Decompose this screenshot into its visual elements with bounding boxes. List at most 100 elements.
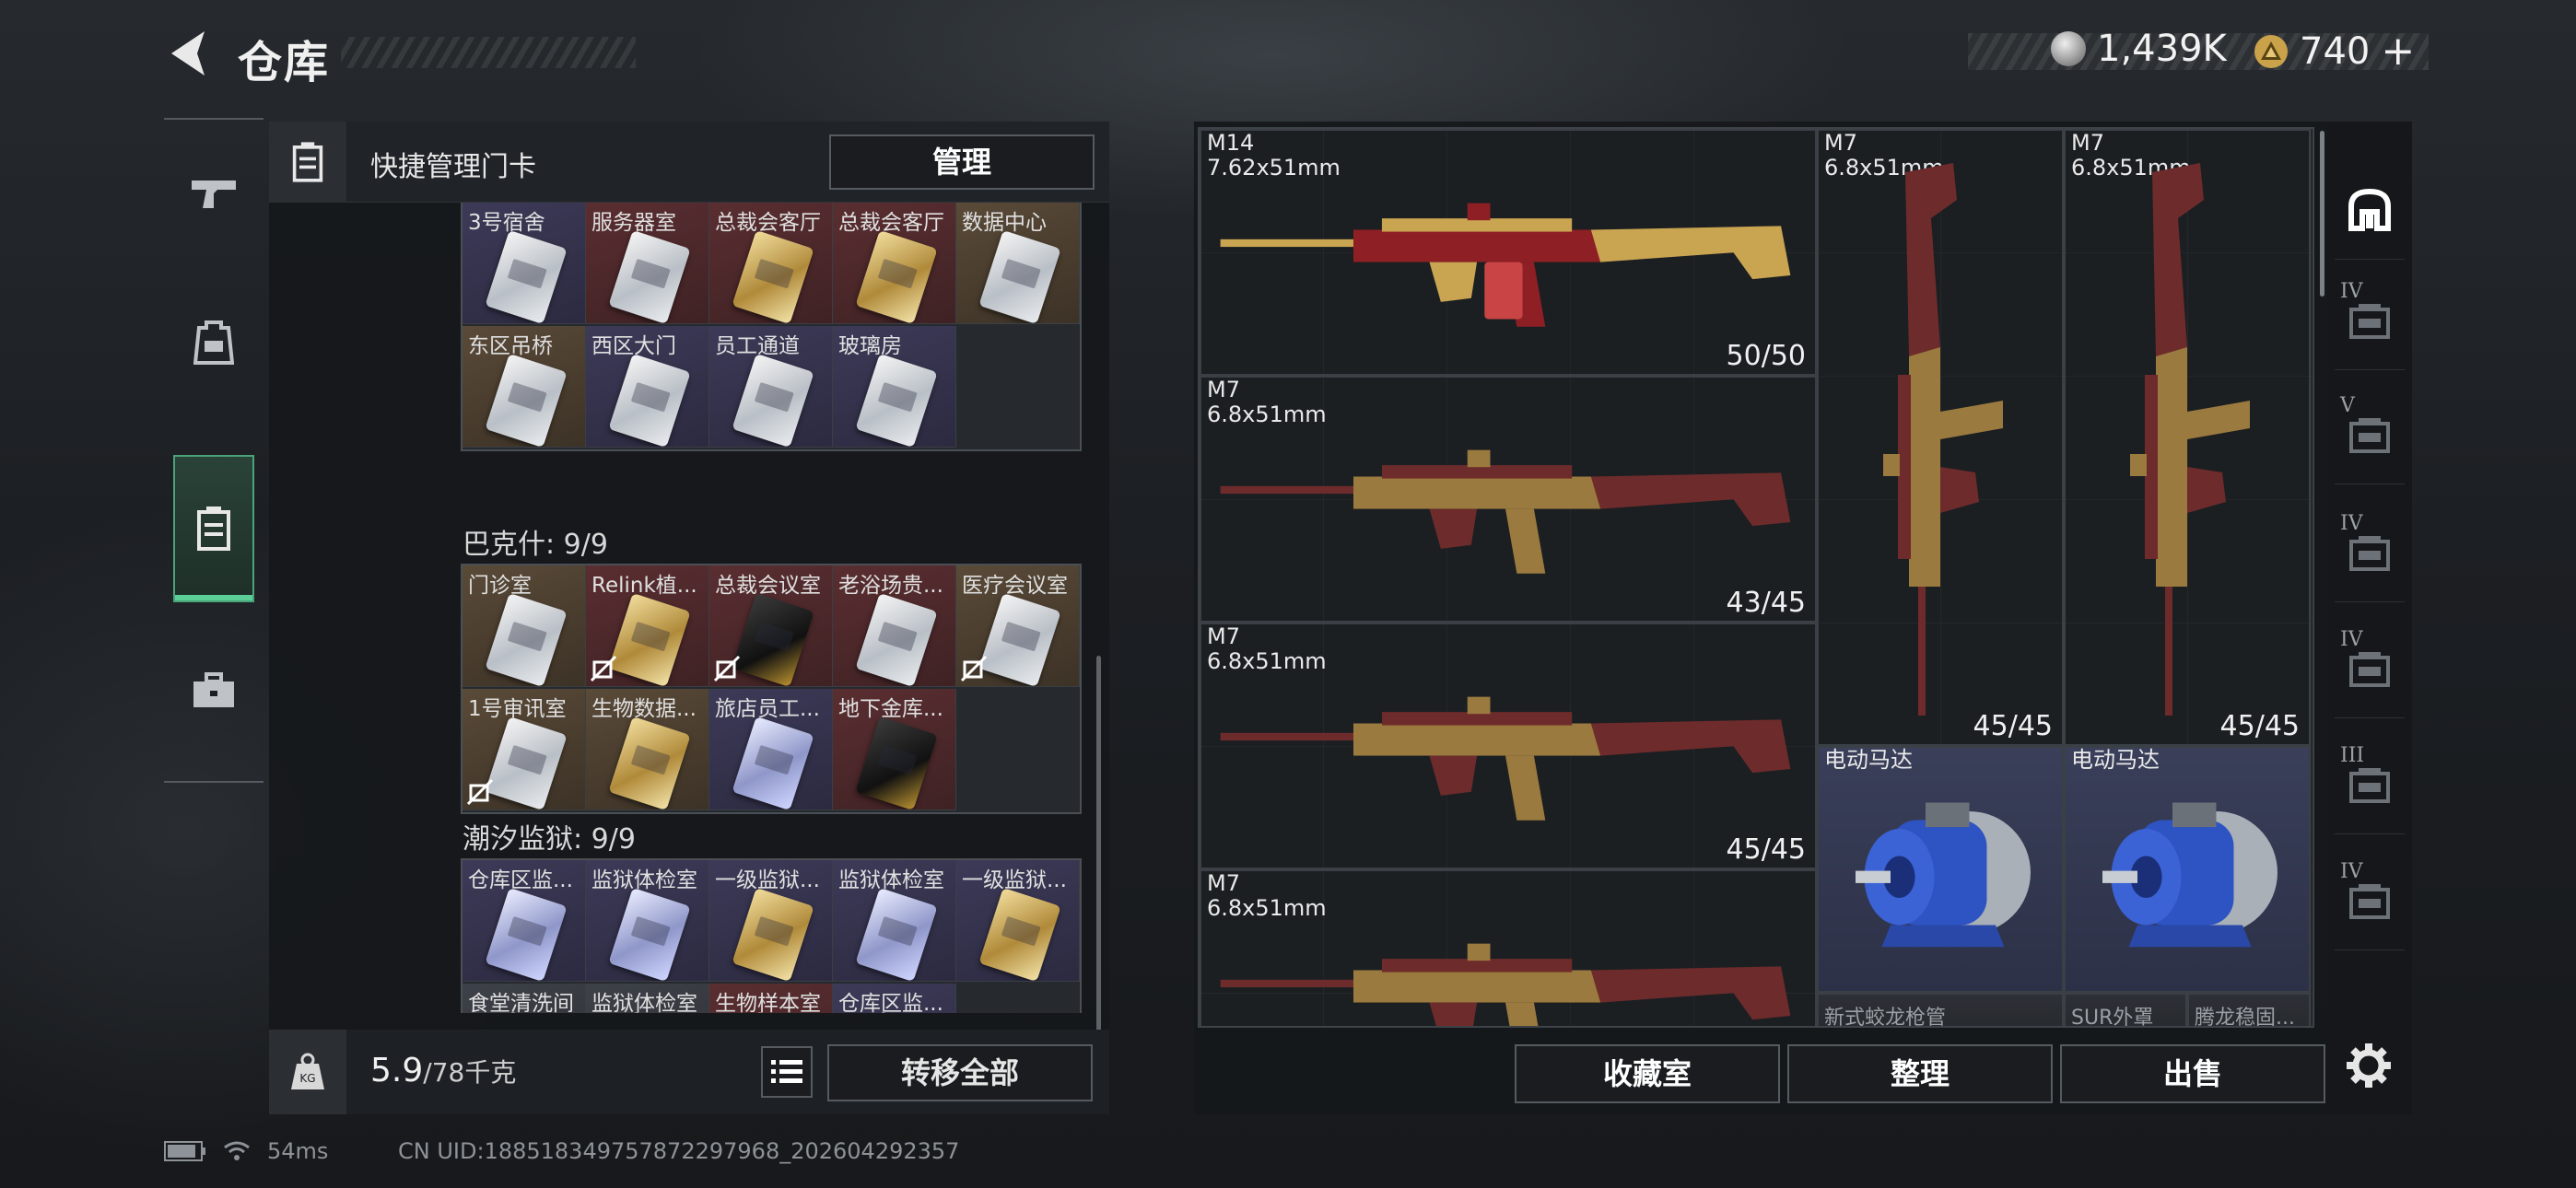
ping-readout: 54ms (267, 1138, 329, 1164)
keycard-image (732, 716, 814, 809)
storage-tab[interactable]: III (2335, 733, 2405, 834)
keycard-slot[interactable]: 医疗会议室 (956, 565, 1080, 687)
warehouse-scrollbar[interactable] (2320, 131, 2324, 297)
vault-icon (2348, 188, 2391, 231)
keycard-slot[interactable]: 服务器室 (586, 203, 709, 324)
keycard-slot[interactable]: 总裁会客厅 (709, 203, 833, 324)
rail-item-weapons[interactable] (173, 120, 254, 267)
weight-readout: 5.9/78千克 (370, 1052, 516, 1089)
rail-item-keycards[interactable] (173, 455, 254, 602)
keycard-label: 仓库区监... (838, 992, 943, 1013)
keycard-slot[interactable]: 监狱体检室 (586, 984, 709, 1013)
inventory-item[interactable]: 腾龙稳固... (2187, 993, 2311, 1026)
settings-button[interactable] (2336, 1033, 2401, 1098)
quick-manage-bar: 快捷管理门卡 管理 (269, 122, 1109, 203)
inventory-item[interactable]: M7 6.8x51mm (1200, 869, 1817, 1026)
keycard-slot[interactable]: 西区大门 (586, 326, 709, 448)
inventory-item[interactable]: 电动马达 (1817, 746, 2064, 993)
keycard-label: 1号审讯室 (468, 697, 567, 721)
keycard-list[interactable]: 3号宿舍 服务器室 总裁会客厅 总裁会客厅 数据中心 东区吊桥 西区大门 员工通道 玻璃房 巴克什… (269, 203, 1109, 1013)
rail-item-misc[interactable] (173, 617, 254, 764)
keycard-slot[interactable]: 一级监狱... (709, 860, 833, 982)
keycard-label: 玻璃房 (838, 334, 902, 358)
item-title: SUR外罩 (2071, 1006, 2153, 1026)
inventory-item[interactable]: M14 7.62x51mm 50/50 (1200, 129, 1817, 376)
silver-coin-icon (2051, 31, 2086, 66)
keycard-slot[interactable]: 监狱体检室 (586, 860, 709, 982)
keycard-slot[interactable]: 老浴场贵... (833, 565, 956, 687)
inventory-item[interactable]: 新式蛟龙枪管 (1817, 993, 2064, 1028)
manage-button[interactable]: 管理 (829, 134, 1095, 190)
storage-tab[interactable]: IV (2335, 501, 2405, 602)
keycard-slot[interactable]: 旅店员工... (709, 689, 833, 810)
rail-item-gear[interactable] (173, 269, 254, 416)
keycard-image (732, 353, 814, 447)
inventory-item[interactable]: SUR外罩 (2064, 993, 2187, 1026)
keycard-slot[interactable]: 1号审讯室 (463, 689, 586, 810)
item-title: M7 6.8x51mm (1207, 871, 1327, 921)
item-name: M7 (2071, 130, 2104, 156)
keycard-label: 西区大门 (591, 334, 676, 358)
keycard-label: 老浴场贵... (838, 574, 943, 598)
back-arrow-icon[interactable] (164, 28, 210, 79)
gold-currency[interactable]: 740 + (2254, 28, 2415, 75)
sell-button[interactable]: 出售 (2060, 1044, 2325, 1103)
keycard-slot[interactable]: 门诊室 (463, 565, 586, 687)
item-title: 电动马达 (2071, 748, 2160, 773)
keycard-slot[interactable]: 总裁会议室 (709, 565, 833, 687)
keycard-image (485, 716, 568, 809)
warehouse-actions: 收藏室 整理 出售 (1194, 1033, 2327, 1114)
list-view-button[interactable] (761, 1046, 813, 1098)
warehouse-grid[interactable]: M14 7.62x51mm 50/50 M7 6.8x51mm 45/45 M7 6.8x51… (1198, 127, 2314, 1028)
weight-bar: KG 5.9/78千克 转移全部 (269, 1030, 1109, 1114)
sort-button[interactable]: 整理 (1787, 1044, 2053, 1103)
keycard-image (978, 592, 1061, 686)
keycard-slot[interactable]: 仓库区监... (463, 860, 586, 982)
storage-tab[interactable]: IV (2335, 269, 2405, 370)
item-name: M7 (1824, 130, 1857, 156)
keycard-group-grid: 仓库区监... 监狱体检室 一级监狱... 监狱体检室 一级监狱... 食堂清洗间 监狱体检… (461, 858, 1082, 1013)
storage-tab[interactable]: IV (2335, 849, 2405, 950)
user-uid: CN UID:1885183497578722979​68_2026042923… (398, 1138, 960, 1164)
keycard-slot[interactable]: 仓库区监... (833, 984, 956, 1013)
inventory-item[interactable]: M7 6.8x51mm 45/45 (2064, 129, 2311, 746)
keycard-slot[interactable]: 数据中心 (956, 203, 1080, 324)
storage-tier: IV (2340, 512, 2363, 535)
keycard-list-scrollbar[interactable] (1096, 656, 1101, 1033)
keycard-slot[interactable]: 玻璃房 (833, 326, 956, 448)
inventory-item[interactable]: M7 6.8x51mm 45/45 (1200, 623, 1817, 869)
keycard-slot[interactable]: 3号宿舍 (463, 203, 586, 324)
collection-room-button[interactable]: 收藏室 (1515, 1044, 1780, 1103)
gold-triangle-coin-icon (2254, 34, 2288, 68)
storage-tab[interactable]: IV (2335, 617, 2405, 718)
keycard-slot[interactable]: 食堂清洗间 (463, 984, 586, 1013)
unlinked-icon (960, 655, 988, 682)
keycard-slot[interactable]: 生物数据... (586, 689, 709, 810)
category-rail (164, 118, 263, 783)
keycard-slot[interactable]: 监狱体检室 (833, 860, 956, 982)
rifle-icon (1220, 203, 1791, 327)
keycard-slot[interactable]: 员工通道 (709, 326, 833, 448)
item-quantity: 45/45 (1726, 833, 1806, 866)
keycard-label: 监狱体检室 (838, 868, 944, 892)
inventory-item[interactable]: M7 6.8x51mm 43/45 (1200, 376, 1817, 623)
inventory-item[interactable]: 电动马达 (2064, 746, 2311, 993)
keycard-slot[interactable]: 地下金库... (833, 689, 956, 810)
storage-tab[interactable] (2335, 158, 2405, 260)
safe-folder-icon (2349, 303, 2390, 339)
keycard-image (978, 887, 1061, 981)
keycard-label: 总裁会议室 (715, 574, 821, 598)
keycard-slot[interactable]: 总裁会客厅 (833, 203, 956, 324)
transfer-all-button[interactable]: 转移全部 (827, 1044, 1093, 1101)
keycard-slot[interactable]: Relink植... (586, 565, 709, 687)
inventory-item[interactable]: M7 6.8x51mm 45/45 (1817, 129, 2064, 746)
keycard-slot[interactable]: 生物样本室 (709, 984, 833, 1013)
keycard-label: 3号宿舍 (468, 211, 545, 235)
add-currency-button[interactable]: + (2381, 28, 2415, 75)
rifle-icon (1220, 943, 1791, 1026)
item-name: 新式蛟龙枪管 (1824, 1007, 1947, 1028)
silver-currency: 1,439K (2051, 28, 2227, 70)
keycard-slot[interactable]: 东区吊桥 (463, 326, 586, 448)
keycard-slot[interactable]: 一级监狱... (956, 860, 1080, 982)
storage-tab[interactable]: V (2335, 383, 2405, 484)
